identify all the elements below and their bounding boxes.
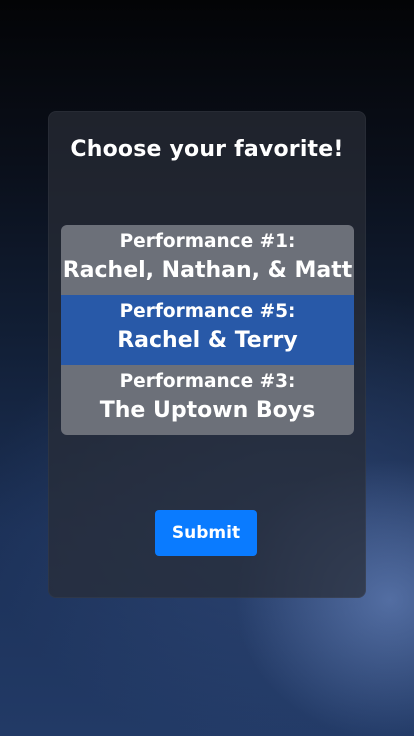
voting-panel: Choose your favorite! Performance #1: Ra…: [48, 111, 366, 598]
option-number-label: Performance #3:: [119, 371, 296, 392]
option-performer-label: Rachel, Nathan, & Matt: [62, 258, 353, 283]
panel-title: Choose your favorite!: [70, 137, 344, 162]
submit-button[interactable]: Submit: [155, 510, 257, 556]
performance-options-list: Performance #1: Rachel, Nathan, & Matt P…: [61, 225, 354, 435]
option-number-label: Performance #5:: [119, 301, 296, 322]
option-performance-3[interactable]: Performance #3: The Uptown Boys: [61, 365, 354, 435]
option-number-label: Performance #1:: [119, 231, 296, 252]
option-performance-5[interactable]: Performance #5: Rachel & Terry: [61, 295, 354, 365]
option-performer-label: Rachel & Terry: [117, 328, 298, 353]
option-performance-1[interactable]: Performance #1: Rachel, Nathan, & Matt: [61, 225, 354, 295]
option-performer-label: The Uptown Boys: [99, 398, 316, 423]
